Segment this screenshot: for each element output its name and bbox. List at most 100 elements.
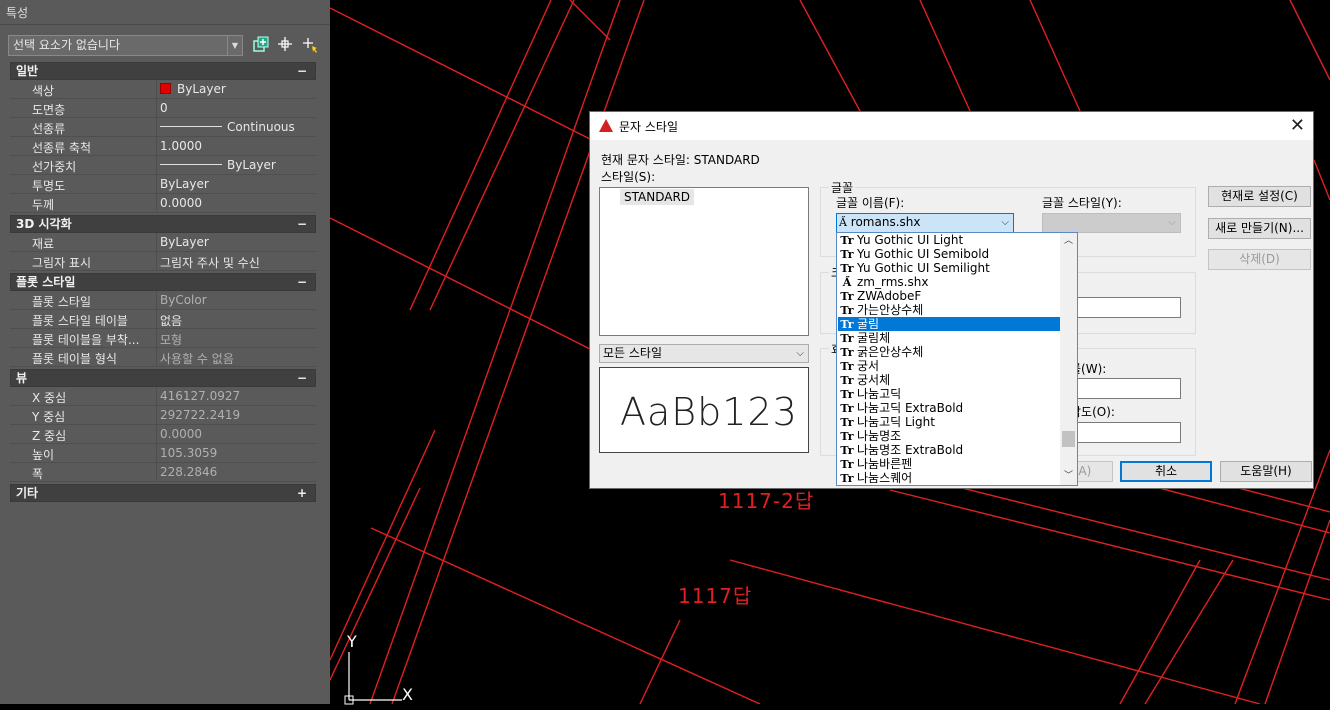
property-value-cell[interactable]: 0.0000 xyxy=(160,427,202,441)
new-style-button[interactable]: 새로 만들기(N)... xyxy=(1208,218,1311,239)
font-list-item-label: 굴림체 xyxy=(857,331,891,345)
oblique-angle-input[interactable] xyxy=(1060,422,1181,443)
property-row[interactable]: 플롯 테이블 형식 사용할 수 없음 xyxy=(10,348,316,367)
quick-select-icon[interactable] xyxy=(300,36,320,56)
property-value-cell[interactable]: 사용할 수 없음 xyxy=(160,350,234,367)
chevron-down-icon[interactable]: ▼ xyxy=(227,36,242,55)
dialog-title-bar[interactable]: 문자 스타일 ✕ xyxy=(590,112,1313,140)
font-list-item[interactable]: Tr 굴림 xyxy=(837,316,1061,332)
font-list-item[interactable]: Tr 나눔고딕 Light xyxy=(838,415,1060,429)
parcel-label: 1117답 xyxy=(678,584,753,608)
property-row[interactable]: 선가중치 ByLayer xyxy=(10,156,316,175)
font-list-item[interactable]: Tr 나눔고딕 ExtraBold xyxy=(838,401,1060,415)
property-row[interactable]: 투명도 ByLayer xyxy=(10,175,316,194)
property-value-cell[interactable]: ByLayer xyxy=(160,158,276,172)
property-row[interactable]: Z 중심 0.0000 xyxy=(10,425,316,444)
font-list-item[interactable]: Tr 가는안상수체 xyxy=(838,303,1060,317)
height-input[interactable] xyxy=(1060,297,1181,318)
property-row[interactable]: 두께 0.0000 xyxy=(10,194,316,213)
property-value-cell[interactable]: ByColor xyxy=(160,293,207,307)
property-value-cell[interactable]: 0 xyxy=(160,101,168,115)
cancel-button[interactable]: 취소 xyxy=(1120,461,1212,482)
section-header[interactable]: 기타 + xyxy=(10,484,316,502)
property-value-cell[interactable]: 292722.2419 xyxy=(160,408,240,422)
expand-icon[interactable]: + xyxy=(297,485,307,501)
palette-title-bar[interactable] xyxy=(0,0,330,25)
property-value-cell[interactable]: ByLayer xyxy=(160,177,209,191)
list-scrollbar[interactable]: ︿ ﹀ xyxy=(1060,233,1077,485)
property-row[interactable]: Y 중심 292722.2419 xyxy=(10,406,316,425)
property-value-cell[interactable]: ByLayer xyxy=(160,235,209,249)
toggle-pickadd-icon[interactable] xyxy=(251,36,271,56)
property-row[interactable]: X 중심 416127.0927 xyxy=(10,387,316,406)
property-value-cell[interactable]: 모형 xyxy=(160,331,182,348)
property-value-cell[interactable]: 그림자 주사 및 수신 xyxy=(160,254,260,271)
select-objects-icon[interactable] xyxy=(275,36,295,56)
width-factor-input[interactable]: 0 xyxy=(1060,378,1181,399)
autocad-logo-icon xyxy=(599,119,613,132)
style-item-standard[interactable]: STANDARD xyxy=(620,189,695,205)
style-filter-select[interactable]: 모든 스타일 ⌵ xyxy=(599,344,809,363)
property-row[interactable]: 선종류 Continuous xyxy=(10,118,316,137)
font-list-item-label: 나눔고딕 Light xyxy=(857,415,935,429)
current-style-label: 현재 문자 스타일: STANDARD xyxy=(601,153,760,167)
property-row[interactable]: 색상 ByLayer xyxy=(10,80,316,99)
property-row[interactable]: 플롯 스타일 ByColor xyxy=(10,291,316,310)
font-list-item[interactable]: Tr 나눔명조 ExtraBold xyxy=(838,443,1060,457)
property-value-cell[interactable]: 105.3059 xyxy=(160,446,217,460)
chevron-up-icon[interactable]: ︿ xyxy=(1060,233,1077,250)
section-header[interactable]: 3D 시각화 − xyxy=(10,215,316,233)
chevron-down-icon[interactable]: ﹀ xyxy=(1060,468,1077,485)
property-row[interactable]: 도면층 0 xyxy=(10,99,316,118)
font-style-select[interactable]: ⌵ xyxy=(1042,213,1181,233)
font-list-item[interactable]: Tr 나눔고딕 xyxy=(838,387,1060,401)
property-value-cell[interactable]: Continuous xyxy=(160,120,295,134)
font-name-dropdown-list[interactable]: Tr Yu Gothic UI Light Tr Yu Gothic UI Semib… xyxy=(836,232,1078,486)
property-value-cell[interactable]: 416127.0927 xyxy=(160,389,240,403)
property-label: 폭 xyxy=(32,467,44,481)
font-list-item[interactable]: Tr 궁서 xyxy=(838,359,1060,373)
font-name-label: 글꼴 이름(F): xyxy=(836,196,905,210)
selection-dropdown[interactable]: 선택 요소가 없습니다 ▼ xyxy=(8,35,243,56)
font-list-item[interactable]: Tr 궁서체 xyxy=(838,373,1060,387)
section-header[interactable]: 일반 − xyxy=(10,62,316,80)
section-header[interactable]: 뷰 − xyxy=(10,369,316,387)
font-list-item[interactable]: Tr 나눔바른펜 xyxy=(838,457,1060,471)
collapse-icon[interactable]: − xyxy=(297,274,307,290)
collapse-icon[interactable]: − xyxy=(297,370,307,386)
font-name-select[interactable]: A̋ romans.shx ⌵ xyxy=(836,213,1014,233)
font-list-item[interactable]: A̋ zm_rms.shx xyxy=(838,275,1060,289)
font-list-item[interactable]: Tr Yu Gothic UI Semilight xyxy=(838,261,1060,275)
property-row[interactable]: 재료 ByLayer xyxy=(10,233,316,252)
column-divider xyxy=(156,175,157,193)
font-list-item[interactable]: Tr 나눔스퀘어 xyxy=(838,471,1060,485)
property-row[interactable]: 그림자 표시 그림자 주사 및 수신 xyxy=(10,252,316,271)
property-value-cell[interactable]: 1.0000 xyxy=(160,139,202,153)
section-title: 일반 xyxy=(16,64,39,78)
property-row[interactable]: 선종류 축척 1.0000 xyxy=(10,137,316,156)
property-value-cell[interactable]: ByLayer xyxy=(160,82,226,96)
close-icon[interactable]: ✕ xyxy=(1290,115,1305,136)
property-value-cell[interactable]: 없음 xyxy=(160,312,182,329)
delete-style-button[interactable]: 삭제(D) xyxy=(1208,249,1311,270)
column-divider xyxy=(156,387,157,405)
collapse-icon[interactable]: − xyxy=(297,216,307,232)
set-current-button[interactable]: 현재로 설정(C) xyxy=(1208,186,1311,207)
property-value-cell[interactable]: 228.2846 xyxy=(160,465,217,479)
section-header[interactable]: 플롯 스타일 − xyxy=(10,273,316,291)
font-list-item[interactable]: Tr Yu Gothic UI Light xyxy=(838,233,1060,247)
help-button[interactable]: 도움말(H) xyxy=(1220,461,1312,482)
property-row[interactable]: 플롯 테이블을 부착... 모형 xyxy=(10,329,316,348)
font-list-item[interactable]: Tr 굴림체 xyxy=(838,331,1060,345)
font-list-item[interactable]: Tr Yu Gothic UI Semibold xyxy=(838,247,1060,261)
font-list-item[interactable]: Tr 나눔명조 xyxy=(838,429,1060,443)
font-list-item[interactable]: Tr 굵은안상수체 xyxy=(838,345,1060,359)
property-value-cell[interactable]: 0.0000 xyxy=(160,196,202,210)
styles-list[interactable]: STANDARD xyxy=(599,187,809,336)
property-row[interactable]: 폭 228.2846 xyxy=(10,463,316,482)
scrollbar-thumb[interactable] xyxy=(1062,431,1075,447)
property-row[interactable]: 높이 105.3059 xyxy=(10,444,316,463)
font-list-item[interactable]: Tr ZWAdobeF xyxy=(838,289,1060,303)
property-row[interactable]: 플롯 스타일 테이블 없음 xyxy=(10,310,316,329)
collapse-icon[interactable]: − xyxy=(297,63,307,79)
